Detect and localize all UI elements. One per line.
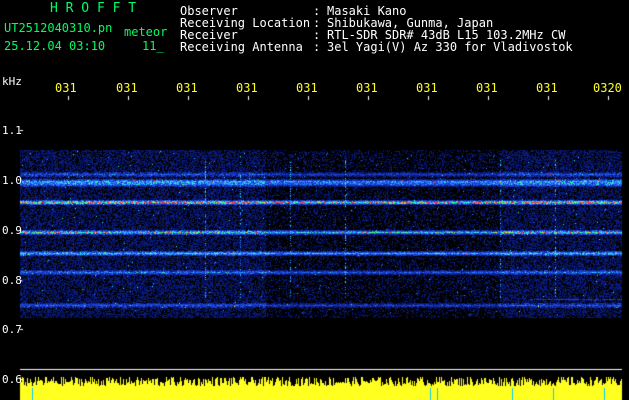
program-title: H R O F F T: [50, 1, 137, 16]
spectrogram-canvas: [0, 0, 629, 400]
y-tick-label: 0.8: [2, 274, 22, 287]
x-tick-label: 031: [236, 81, 258, 95]
y-tick-label: 0.7: [2, 323, 22, 336]
y-tick-label: 0.9: [2, 224, 22, 237]
x-tick-label: 031: [476, 81, 498, 95]
y-tick-label: 0.6: [2, 373, 22, 386]
filename: UT2512040310.pn: [4, 21, 113, 35]
x-tick-label: 031: [296, 81, 318, 95]
x-tick-label: 031: [356, 81, 378, 95]
date-time: 25.12.04 03:10: [4, 39, 106, 53]
info-separator: :: [313, 40, 321, 54]
x-tick-label: 031: [55, 81, 77, 95]
axis-unit-label: kHz: [2, 75, 22, 88]
info-value-antenna: 3el Yagi(V) Az 330 for Vladivostok: [327, 40, 573, 54]
filename-suffix: meteor: [124, 25, 168, 39]
x-tick-label: 031: [176, 81, 198, 95]
x-tick-label: 031: [416, 81, 438, 95]
frame-index: 11_: [142, 39, 164, 53]
y-tick-label: 1.0: [2, 174, 22, 187]
x-tick-label: 031: [536, 81, 558, 95]
x-tick-label: 0320: [593, 81, 622, 95]
info-label-antenna: Receiving Antenna: [180, 40, 303, 54]
x-tick-label: 031: [116, 81, 138, 95]
y-tick-label: 1.1: [2, 124, 22, 137]
